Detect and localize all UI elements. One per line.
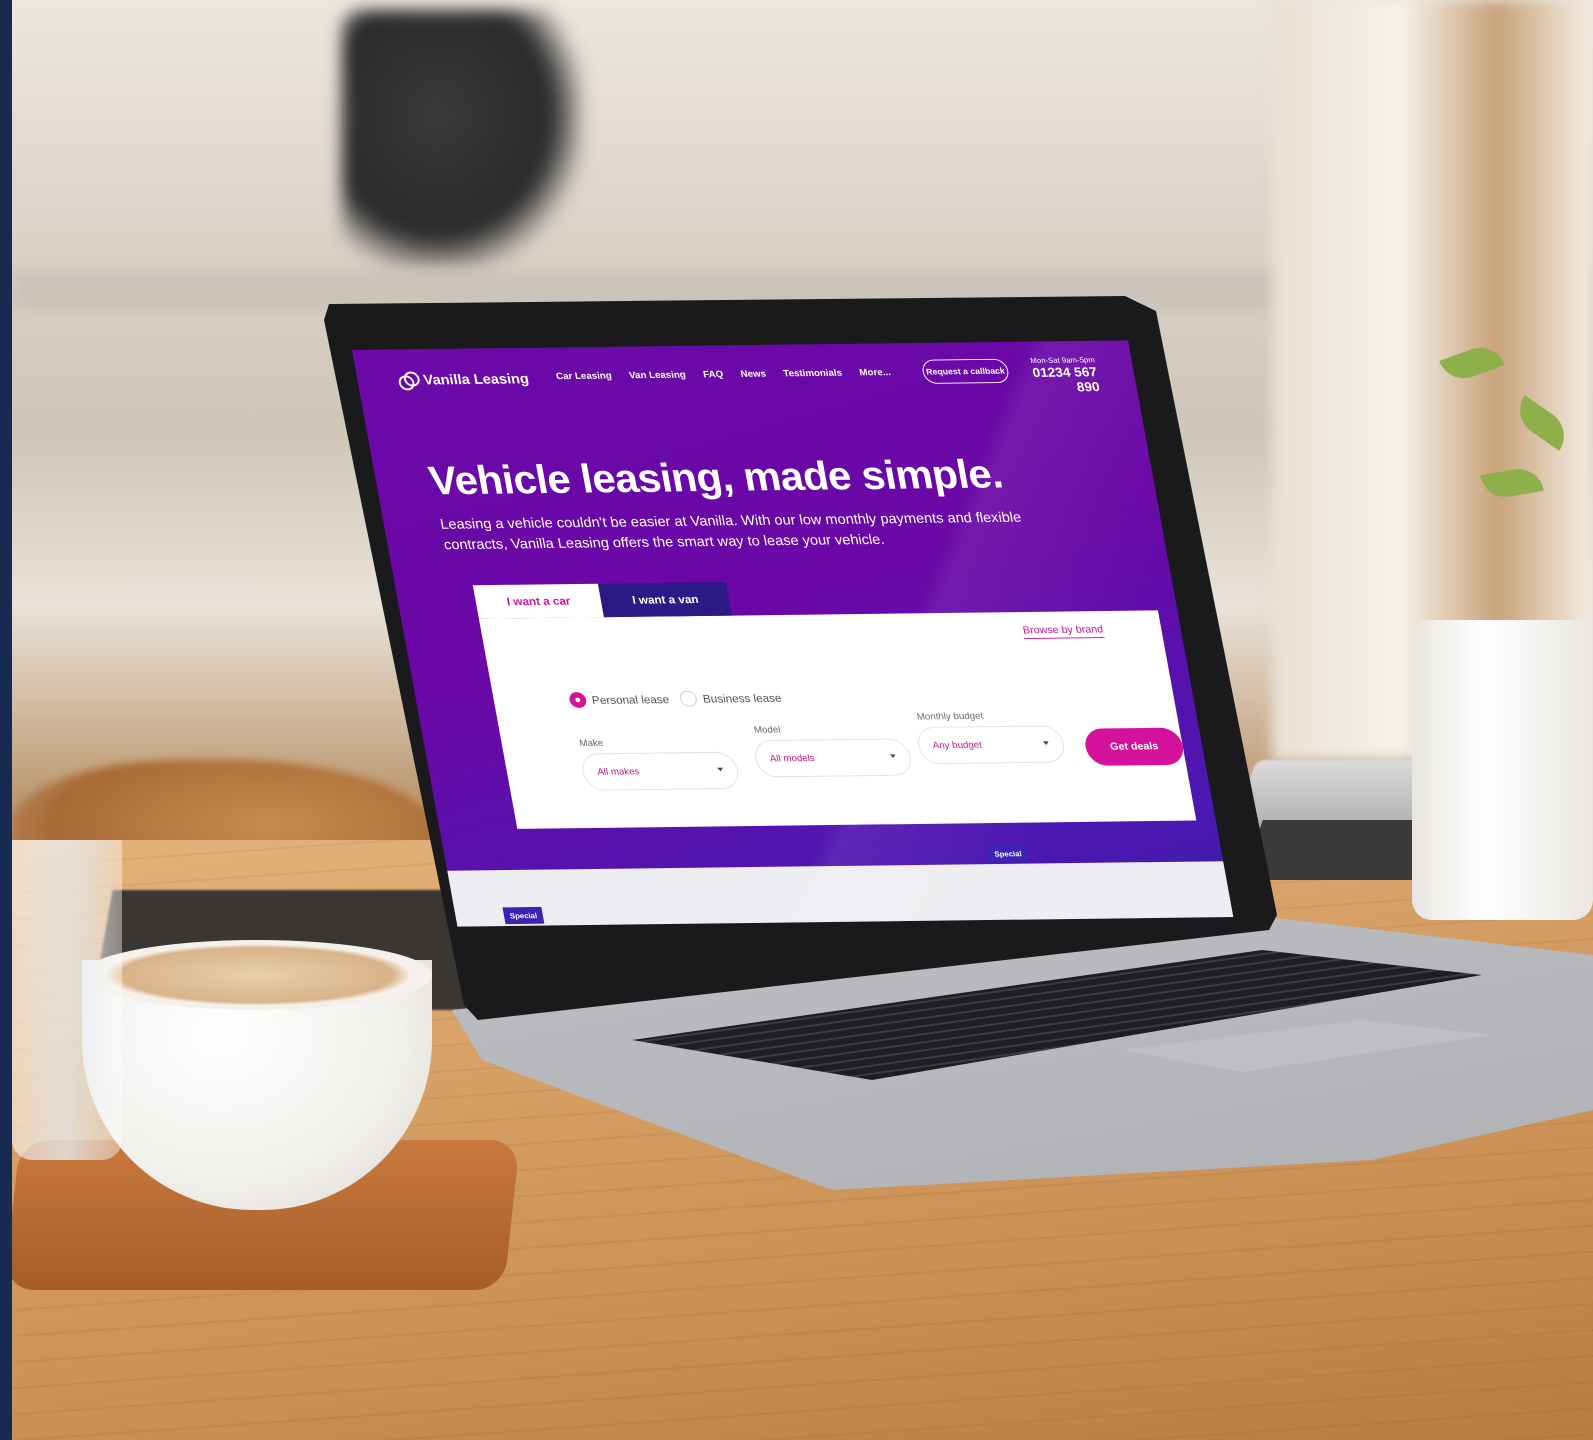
budget-label: Monthly budget [915, 711, 985, 723]
deals-section: Special Special [447, 845, 1234, 927]
nav-testimonials[interactable]: Testimonials [783, 368, 843, 379]
vehicle-tabs: I want a car I want a van [472, 582, 733, 619]
coffee-crema [82, 940, 432, 1010]
chevron-down-icon [889, 754, 897, 759]
business-lease-radio[interactable] [679, 690, 699, 707]
tab-car[interactable]: I want a car [472, 583, 605, 619]
nav-more[interactable]: More... [859, 368, 892, 379]
personal-lease-radio[interactable] [568, 692, 588, 709]
model-label: Model [753, 725, 782, 736]
special-badge: Special [987, 845, 1029, 863]
model-select[interactable]: All models [751, 738, 914, 778]
search-panel: I want a car I want a van Browse by bran… [472, 582, 1197, 829]
website-screen: Vanilla Leasing Car Leasing Van Leasing … [352, 340, 1234, 927]
chevron-down-icon [717, 767, 724, 772]
main-nav: Car Leasing Van Leasing FAQ News Testimo… [555, 368, 891, 382]
plant-pot [1412, 620, 1593, 920]
site-header: Vanilla Leasing Car Leasing Van Leasing … [352, 340, 1137, 400]
make-select[interactable]: All makes [579, 751, 742, 791]
vanilla-logo-icon [395, 370, 421, 391]
make-value: All makes [596, 766, 641, 778]
brand-name: Vanilla Leasing [422, 370, 531, 388]
budget-value: Any budget [931, 739, 983, 751]
nav-faq[interactable]: FAQ [702, 370, 724, 380]
left-edge-strip [0, 0, 12, 1440]
lease-type-options: Personal lease Business lease [568, 690, 782, 709]
hero-title: Vehicle leasing, made simple. [425, 451, 1007, 504]
tab-van[interactable]: I want a van [598, 582, 733, 618]
request-callback-button[interactable]: Request a callback [920, 358, 1011, 384]
coffee-machine [342, 10, 582, 270]
browse-by-brand-link[interactable]: Browse by brand [1022, 624, 1105, 640]
chevron-down-icon [1042, 741, 1050, 746]
hero-description: Leasing a vehicle couldn't be easier at … [438, 509, 1023, 553]
water-glass [12, 840, 122, 1160]
model-value: All models [768, 753, 816, 764]
business-lease-label: Business lease [701, 690, 783, 705]
nav-car-leasing[interactable]: Car Leasing [555, 371, 612, 382]
business-lease-option[interactable]: Business lease [679, 690, 782, 707]
get-deals-button[interactable]: Get deals [1082, 727, 1187, 766]
make-label: Make [578, 738, 605, 749]
site-logo[interactable]: Vanilla Leasing [395, 368, 531, 391]
personal-lease-option[interactable]: Personal lease [568, 691, 671, 709]
special-badge: Special [502, 906, 545, 925]
budget-select[interactable]: Any budget [914, 725, 1068, 765]
nav-news[interactable]: News [740, 369, 767, 380]
personal-lease-label: Personal lease [590, 692, 671, 707]
contact-info: Mon-Sat 9am-5pm 01234 567 890 [1014, 356, 1101, 395]
nav-van-leasing[interactable]: Van Leasing [628, 370, 686, 381]
phone-number[interactable]: 01234 567 890 [1016, 364, 1101, 395]
